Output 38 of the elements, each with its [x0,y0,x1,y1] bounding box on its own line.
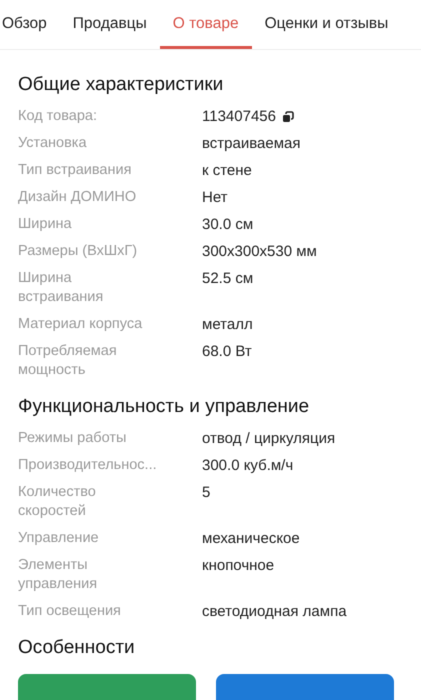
spec-label: Дизайн ДОМИНО [18,188,138,207]
spec-label: Количество скоростей [18,483,97,521]
spec-value: кнопочное [202,556,274,575]
spec-value: к стене [202,161,252,180]
spec-value: отвод / циркуляция [202,429,336,448]
spec-label: Ширина [18,215,73,234]
spec-label: Тип встраивания [18,161,132,180]
spec-label: Режимы работы [18,429,128,448]
spec-value: 30.0 см [202,215,254,234]
spec-value: Нет [202,188,228,207]
spec-label: Установка [18,134,88,153]
spec-value: 52.5 см [202,269,254,288]
spec-value: 300.0 куб.м/ч [202,456,294,475]
spec-label: Управление [18,529,100,548]
tab[interactable]: О товаре [160,0,252,49]
tab[interactable]: Обзор [0,0,60,49]
spec-label: Тип освещения [18,602,122,621]
spec-value: встраиваемая [202,134,300,153]
section-heading: Функциональность и управление [18,395,310,419]
spec-label: Ширина встраивания [18,269,104,307]
spec-value: металл [202,315,253,334]
copy-icon[interactable] [282,110,294,122]
spec-value: светодиодная лампа [202,602,347,621]
spec-label: Материал корпуса [18,315,144,334]
spec-label: Производительнос... [18,456,158,475]
section-heading: Особенности [18,636,136,660]
spec-label: Потребляемая мощность [18,342,118,380]
spec-value: механическое [202,529,300,548]
spec-value: 68.0 Вт [202,342,252,361]
spec-label: Код товара: [18,107,98,126]
tab[interactable]: Оценки и отзывы [252,0,402,49]
spec-value: 5 [202,483,210,502]
spec-value: 113407456 [202,107,276,126]
tab[interactable]: Продавцы [60,0,160,49]
spec-label: Размеры (ВхШхГ) [18,242,138,261]
spec-value: 300x300x530 мм [202,242,317,261]
spec-label: Элементы управления [18,556,98,594]
section-heading: Общие характеристики [18,73,224,97]
